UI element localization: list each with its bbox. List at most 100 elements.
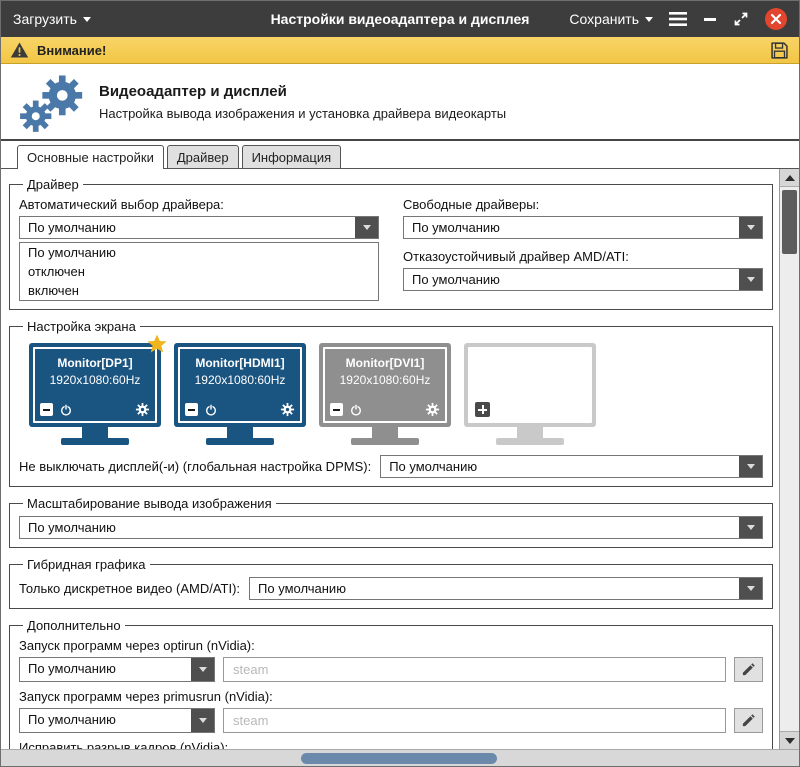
hamburger-menu-button[interactable] <box>669 12 687 26</box>
combo-arrow-icon[interactable] <box>191 658 214 681</box>
monitor-resolution: 1920x1080:60Hz <box>35 373 155 387</box>
monitor-remove-button[interactable] <box>40 403 53 416</box>
dpms-select[interactable]: По умолчанию <box>380 455 763 478</box>
optirun-value: По умолчанию <box>20 658 191 681</box>
add-monitor-button[interactable] <box>475 402 490 417</box>
free-drivers-value: По умолчанию <box>404 217 739 238</box>
failsafe-driver-label: Отказоустойчивый драйвер AMD/ATI: <box>403 249 763 264</box>
pencil-icon <box>741 713 756 728</box>
option-default[interactable]: По умолчанию <box>20 243 378 262</box>
monitor-name: Monitor[HDMI1] <box>180 356 300 370</box>
monitor-remove-button[interactable] <box>185 403 198 416</box>
primusrun-select[interactable]: По умолчанию <box>19 708 215 733</box>
vertical-scroll-track[interactable] <box>780 187 799 731</box>
horizontal-scrollbar[interactable] <box>1 749 799 766</box>
combo-arrow-icon[interactable] <box>739 269 762 290</box>
tab-main-settings[interactable]: Основные настройки <box>17 145 164 169</box>
app-window: Настройки видеоадаптера и дисплея Загруз… <box>0 0 800 767</box>
primary-star-icon <box>146 333 168 355</box>
combo-arrow-icon[interactable] <box>739 217 762 238</box>
titlebar: Настройки видеоадаптера и дисплея Загруз… <box>1 1 799 37</box>
vertical-scrollbar[interactable] <box>779 169 799 749</box>
caret-down-icon <box>83 17 91 22</box>
driver-right-column: Свободные драйверы: По умолчанию Отказоу… <box>403 194 763 301</box>
monitor-remove-button[interactable] <box>330 403 343 416</box>
tab-information[interactable]: Информация <box>242 145 342 168</box>
power-icon <box>204 403 218 417</box>
extra-group-legend: Дополнительно <box>23 618 125 633</box>
optirun-select[interactable]: По умолчанию <box>19 657 215 682</box>
vertical-scroll-thumb[interactable] <box>782 190 797 254</box>
primusrun-edit-button[interactable] <box>734 708 763 733</box>
option-enabled[interactable]: включен <box>20 281 378 300</box>
monitor-power-button[interactable] <box>204 403 218 417</box>
dpms-label: Не выключать дисплей(-и) (глобальная нас… <box>19 459 371 474</box>
tab-driver[interactable]: Драйвер <box>167 145 239 168</box>
maximize-button[interactable] <box>733 11 749 27</box>
monitor-resolution: 1920x1080:60Hz <box>325 373 445 387</box>
monitor-stand <box>82 427 108 438</box>
extra-group: Дополнительно Запуск программ через opti… <box>9 618 773 749</box>
pencil-icon <box>741 662 756 677</box>
scroll-up-button[interactable] <box>780 169 799 187</box>
monitor-base <box>61 438 129 445</box>
monitor-base <box>496 438 564 445</box>
auto-driver-label: Автоматический выбор драйвера: <box>19 197 379 212</box>
close-icon <box>770 13 782 25</box>
auto-driver-select[interactable]: По умолчанию <box>19 216 379 239</box>
monitor-settings-button[interactable] <box>425 402 440 417</box>
minimize-button[interactable] <box>703 12 717 26</box>
combo-arrow-icon[interactable] <box>191 709 214 732</box>
monitor-power-button[interactable] <box>349 403 363 417</box>
gears-icon <box>11 71 87 133</box>
monitor-screen[interactable] <box>464 343 596 427</box>
combo-arrow-icon[interactable] <box>355 217 378 238</box>
primusrun-label: Запуск программ через primusrun (nVidia)… <box>19 689 763 704</box>
horizontal-scroll-thumb[interactable] <box>301 753 497 764</box>
monitor-dvi1[interactable]: Monitor[DVI1] 1920x1080:60Hz <box>319 343 451 445</box>
combo-arrow-icon[interactable] <box>739 456 762 477</box>
monitor-stand <box>372 427 398 438</box>
load-menu-button[interactable]: Загрузить <box>13 11 91 27</box>
combo-arrow-icon[interactable] <box>739 517 762 538</box>
primusrun-input[interactable] <box>223 708 726 733</box>
discrete-video-select[interactable]: По умолчанию <box>249 577 763 600</box>
failsafe-driver-select[interactable]: По умолчанию <box>403 268 763 291</box>
optirun-edit-button[interactable] <box>734 657 763 682</box>
driver-group-legend: Драйвер <box>23 177 83 192</box>
close-button[interactable] <box>765 8 787 30</box>
primusrun-value: По умолчанию <box>20 709 191 732</box>
app-header: Видеоадаптер и дисплей Настройка вывода … <box>1 64 799 141</box>
save-icon-button[interactable] <box>769 40 790 61</box>
monitor-screen[interactable]: Monitor[DP1] 1920x1080:60Hz <box>29 343 161 427</box>
discrete-video-value: По умолчанию <box>250 578 739 599</box>
monitor-power-button[interactable] <box>59 403 73 417</box>
monitor-screen[interactable]: Monitor[HDMI1] 1920x1080:60Hz <box>174 343 306 427</box>
discrete-video-label: Только дискретное видео (AMD/ATI): <box>19 581 240 596</box>
tab-bar: Основные настройки Драйвер Информация <box>1 141 799 168</box>
monitor-add-slot[interactable] <box>464 343 596 445</box>
combo-arrow-icon[interactable] <box>739 578 762 599</box>
monitor-settings-button[interactable] <box>280 402 295 417</box>
hamburger-icon <box>669 12 687 26</box>
option-disabled[interactable]: отключен <box>20 262 378 281</box>
scaling-select[interactable]: По умолчанию <box>19 516 763 539</box>
scaling-value: По умолчанию <box>20 517 739 538</box>
optirun-input[interactable] <box>223 657 726 682</box>
monitor-hdmi1[interactable]: Monitor[HDMI1] 1920x1080:60Hz <box>174 343 306 445</box>
warning-text: Внимание! <box>37 43 106 58</box>
power-icon <box>59 403 73 417</box>
auto-driver-options-list: По умолчанию отключен включен <box>19 242 379 301</box>
diskette-icon <box>769 40 790 61</box>
optirun-label: Запуск программ через optirun (nVidia): <box>19 638 763 653</box>
scroll-down-button[interactable] <box>780 731 799 749</box>
save-menu-button[interactable]: Сохранить <box>569 11 653 27</box>
monitor-screen[interactable]: Monitor[DVI1] 1920x1080:60Hz <box>319 343 451 427</box>
monitor-dp1[interactable]: Monitor[DP1] 1920x1080:60Hz <box>29 343 161 445</box>
auto-driver-value: По умолчанию <box>20 217 355 238</box>
page-title: Видеоадаптер и дисплей <box>99 83 506 100</box>
monitor-settings-button[interactable] <box>135 402 150 417</box>
free-drivers-select[interactable]: По умолчанию <box>403 216 763 239</box>
dpms-row: Не выключать дисплей(-и) (глобальная нас… <box>19 455 763 478</box>
load-menu-label: Загрузить <box>13 11 77 27</box>
